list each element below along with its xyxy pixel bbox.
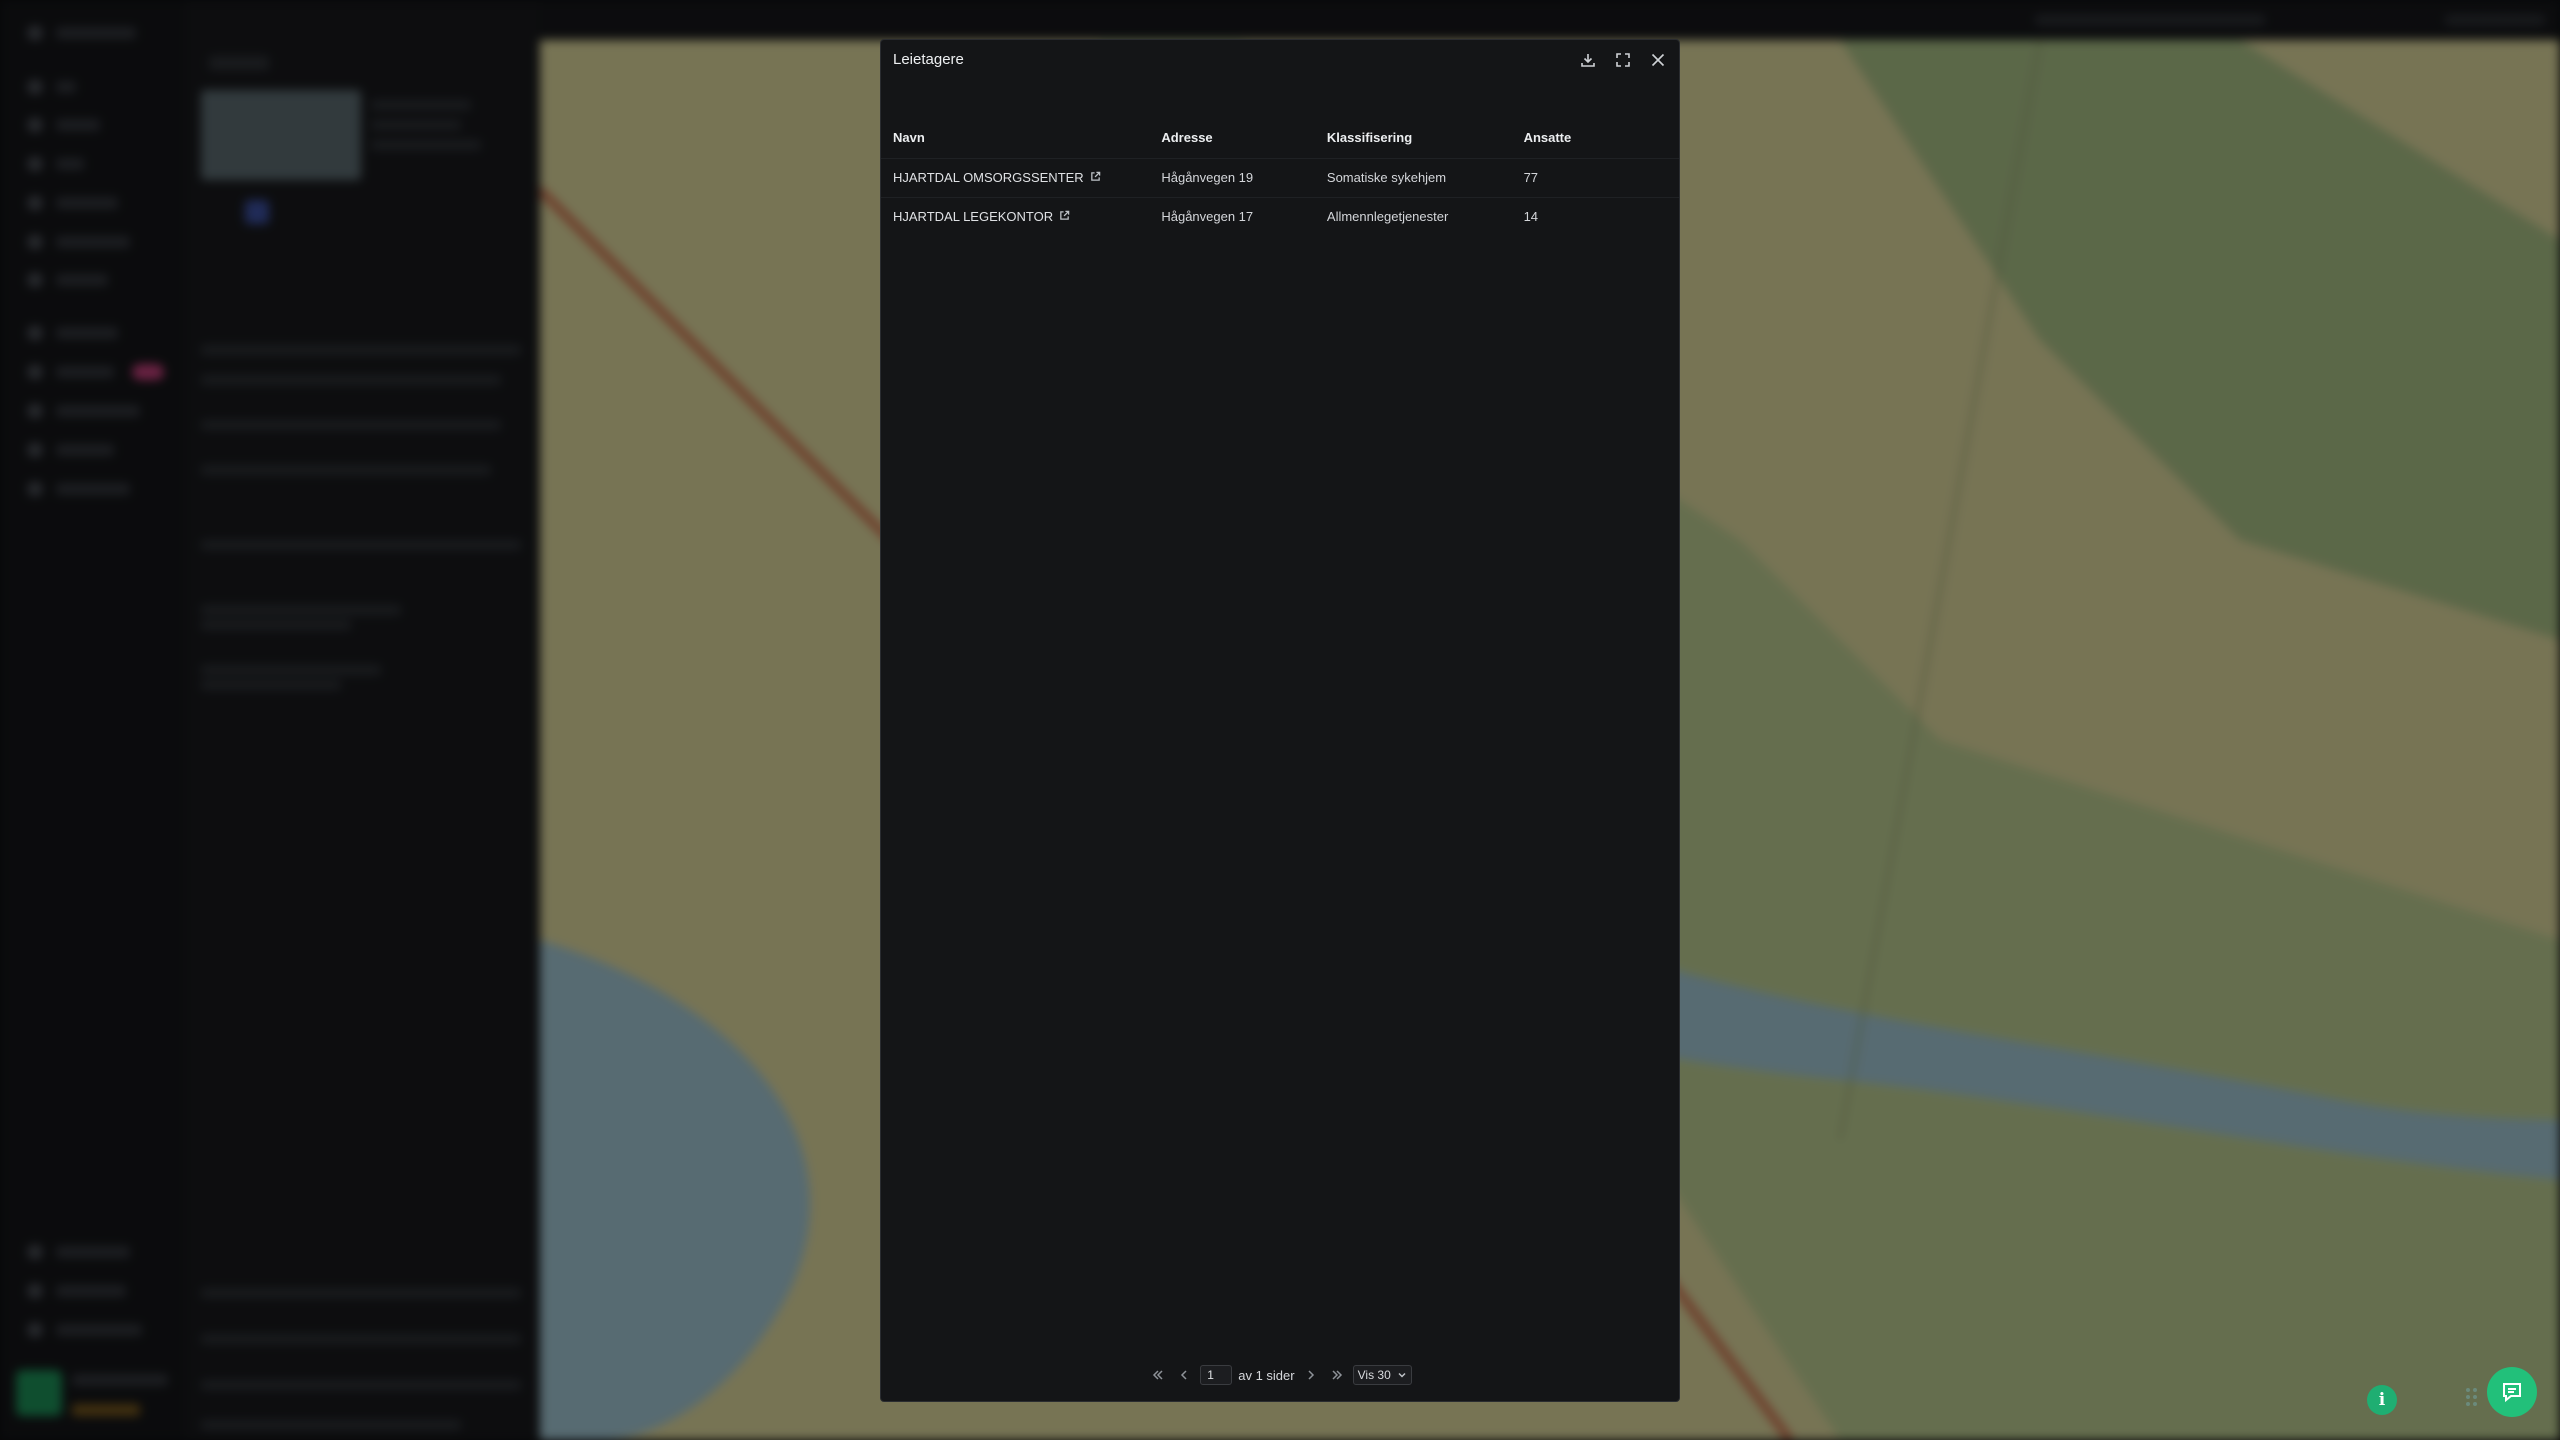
tenant-name: HJARTDAL OMSORGSSENTER [893, 170, 1084, 185]
modal-header: Leietagere [881, 40, 1679, 80]
table-header-row: Navn Adresse Klassifisering Ansatte [881, 118, 1679, 158]
close-icon [1651, 53, 1665, 67]
tenant-name: HJARTDAL LEGEKONTOR [893, 209, 1054, 225]
tenants-modal: Leietagere Navn Adresse Klassifisering A… [880, 39, 1680, 1402]
close-button[interactable] [1647, 49, 1669, 71]
cell-ansatte: 77 [1511, 157, 1679, 197]
drag-handle-icon[interactable] [2466, 1388, 2477, 1406]
tenants-table: Navn Adresse Klassifisering Ansatte HJAR… [881, 118, 1679, 236]
per-page-value: Vis 30 [1357, 1368, 1391, 1382]
info-button[interactable]: i [2367, 1385, 2397, 1415]
next-page-button[interactable] [1301, 1365, 1321, 1385]
last-page-button[interactable] [1327, 1365, 1347, 1385]
expand-icon [1616, 53, 1630, 67]
chat-icon [2503, 1383, 2521, 1403]
download-button[interactable] [1577, 49, 1599, 71]
external-link-icon[interactable] [1059, 209, 1070, 224]
table-row: HJARTDAL LEGEKONTOR Hågånvegen 17 Allmen… [881, 196, 1679, 236]
pagination: av 1 sider Vis 30 [881, 1360, 1679, 1390]
download-icon [1581, 54, 1595, 67]
external-link-icon[interactable] [1090, 170, 1101, 185]
chevrons-right-icon [1332, 1370, 1342, 1380]
cell-navn: HJARTDAL OMSORGSSENTER [881, 157, 1150, 197]
modal-title: Leietagere [893, 51, 964, 68]
column-header-adresse[interactable]: Adresse [1149, 118, 1315, 158]
info-icon: i [2378, 1390, 2386, 1410]
first-page-button[interactable] [1148, 1365, 1168, 1385]
tenant-link[interactable]: HJARTDAL OMSORGSSENTER [893, 170, 1101, 185]
tenant-link[interactable]: HJARTDAL LEGEKONTOR [893, 209, 1070, 224]
cell-ansatte: 14 [1511, 196, 1679, 236]
chevron-left-icon [1181, 1370, 1187, 1380]
previous-page-button[interactable] [1174, 1365, 1194, 1385]
cell-adresse: Hågånvegen 17 [1149, 196, 1315, 236]
cell-adresse: Hågånvegen 19 [1149, 157, 1315, 197]
cell-klassifisering: Somatiske sykehjem [1314, 157, 1512, 197]
column-header-klassifisering[interactable]: Klassifisering [1315, 118, 1512, 158]
cell-klassifisering: Allmennlegetjenester [1314, 196, 1512, 236]
table-row: HJARTDAL OMSORGSSENTER Hågånvegen 19 Som… [881, 157, 1679, 197]
per-page-select[interactable]: Vis 30 [1352, 1365, 1412, 1385]
cell-navn: HJARTDAL LEGEKONTOR [881, 196, 1150, 236]
column-header-ansatte[interactable]: Ansatte [1512, 118, 1679, 158]
page-number-input[interactable] [1200, 1365, 1233, 1385]
chevron-down-icon [1398, 1372, 1406, 1378]
chevron-right-icon [1308, 1370, 1314, 1380]
page-count-label: av 1 sider [1238, 1367, 1295, 1383]
column-header-navn[interactable]: Navn [881, 118, 1149, 158]
chat-button[interactable] [2487, 1367, 2537, 1417]
chevrons-left-icon [1153, 1370, 1163, 1380]
expand-button[interactable] [1612, 49, 1634, 71]
